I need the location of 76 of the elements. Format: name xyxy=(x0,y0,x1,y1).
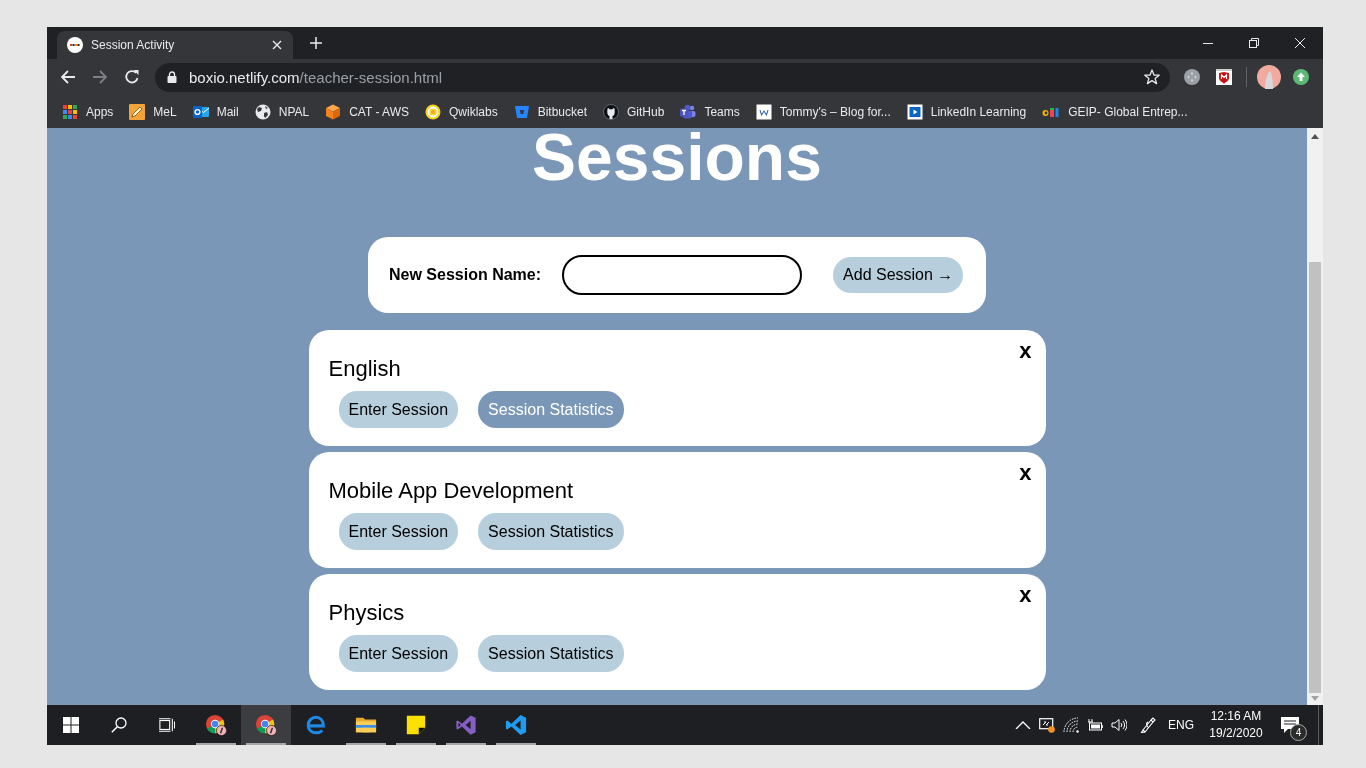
page-icon xyxy=(755,103,772,120)
session-action-button[interactable]: Session Statistics xyxy=(478,635,624,672)
action-center-button[interactable]: 4 xyxy=(1270,705,1310,745)
browser-tab[interactable]: Session Activity xyxy=(57,31,293,59)
bucket-icon xyxy=(513,103,530,120)
pen-icon xyxy=(1140,717,1156,733)
session-action-button[interactable]: Enter Session xyxy=(338,513,459,550)
session-action-button[interactable]: Session Statistics xyxy=(478,513,624,550)
delete-session-button[interactable]: x xyxy=(1019,584,1032,606)
play-icon xyxy=(906,103,923,120)
scrollbar-thumb[interactable] xyxy=(1309,262,1321,693)
delete-session-button[interactable]: x xyxy=(1019,340,1032,362)
url-text: boxio.netlify.com/teacher-session.html xyxy=(189,68,443,86)
restore-icon xyxy=(1249,38,1259,48)
volume-icon xyxy=(1111,717,1127,733)
bookmark-link[interactable]: GEIP- Global Entrep... xyxy=(1034,97,1196,126)
scrollbar[interactable] xyxy=(1307,128,1323,705)
notification-count: 4 xyxy=(1290,724,1307,741)
session-title: Physics xyxy=(328,602,405,624)
session-title: Mobile App Development xyxy=(328,480,574,502)
reload-icon xyxy=(124,69,140,85)
session-title: English xyxy=(328,358,401,380)
chevron-up-icon xyxy=(1015,721,1031,729)
swirl-logo-icon xyxy=(305,714,327,736)
windows-logo-icon xyxy=(63,717,79,733)
bookmark-link[interactable]: GitHub xyxy=(595,97,673,126)
scroll-up-icon[interactable] xyxy=(1311,134,1319,139)
task-view-icon xyxy=(159,717,175,733)
pencil-icon xyxy=(129,103,146,120)
session-action-button[interactable]: Enter Session xyxy=(338,391,459,428)
bookmark-link[interactable]: Apps xyxy=(54,97,122,126)
close-icon xyxy=(1295,38,1305,48)
grid-icon xyxy=(62,103,78,120)
star-icon[interactable] xyxy=(1144,69,1160,85)
session-action-button[interactable]: Enter Session xyxy=(338,635,459,672)
bookmark-link[interactable]: Tommy's – Blog for... xyxy=(747,97,899,126)
code-ribbon-icon xyxy=(505,714,527,736)
bookmark-link[interactable]: LinkedIn Learning xyxy=(898,97,1035,126)
site-logo-icon xyxy=(67,37,83,53)
input-language-button[interactable]: ENG xyxy=(1160,705,1202,745)
close-icon[interactable] xyxy=(272,40,282,50)
extension-dots-icon[interactable] xyxy=(1184,69,1200,85)
lock-icon xyxy=(167,71,177,83)
battery-icon xyxy=(1087,717,1103,733)
delete-session-button[interactable]: x xyxy=(1019,462,1032,484)
minimize-icon xyxy=(1203,42,1213,44)
session-name-input[interactable] xyxy=(562,255,803,295)
avatar-icon[interactable] xyxy=(1257,65,1281,89)
session-name-label: New Session Name: xyxy=(389,266,542,284)
address-bar[interactable]: boxio.netlify.com/teacher-session.html xyxy=(155,62,1170,92)
mail-app-icon xyxy=(192,103,209,120)
cube-icon xyxy=(325,103,342,120)
add-session-button[interactable]: Add Session → xyxy=(833,257,964,293)
bookmark-link[interactable]: Bitbucket xyxy=(505,97,596,126)
plus-icon[interactable] xyxy=(310,37,322,49)
sticky-note-icon xyxy=(405,714,427,736)
clock-button[interactable]: 12:16 AM 19/2/2020 xyxy=(1202,705,1270,745)
bookmark-link[interactable]: Mail xyxy=(184,97,247,126)
globe-icon xyxy=(254,103,271,120)
search-icon xyxy=(111,717,127,733)
monitor-badge-icon xyxy=(1039,717,1055,733)
cat-logo-icon xyxy=(603,103,620,120)
ring-logo-icon xyxy=(425,103,441,120)
bookmark-link[interactable]: CAT - AWS xyxy=(317,97,417,126)
ribbon-logo-icon xyxy=(455,714,477,736)
people-logo-icon xyxy=(680,103,697,120)
bookmark-link[interactable]: MeL xyxy=(121,97,185,126)
bookmark-link[interactable]: Qwiklabs xyxy=(417,97,506,126)
page-heading: Sessions xyxy=(532,128,822,190)
browser-logo-icon xyxy=(205,714,227,736)
taskbar-button[interactable] xyxy=(241,705,291,745)
bookmark-link[interactable]: NPAL xyxy=(246,97,318,126)
wifi-icon xyxy=(1063,717,1079,733)
shield-extension-icon[interactable] xyxy=(1216,69,1232,85)
bookmark-link[interactable]: Teams xyxy=(672,97,748,126)
browser-logo-icon xyxy=(255,714,277,736)
